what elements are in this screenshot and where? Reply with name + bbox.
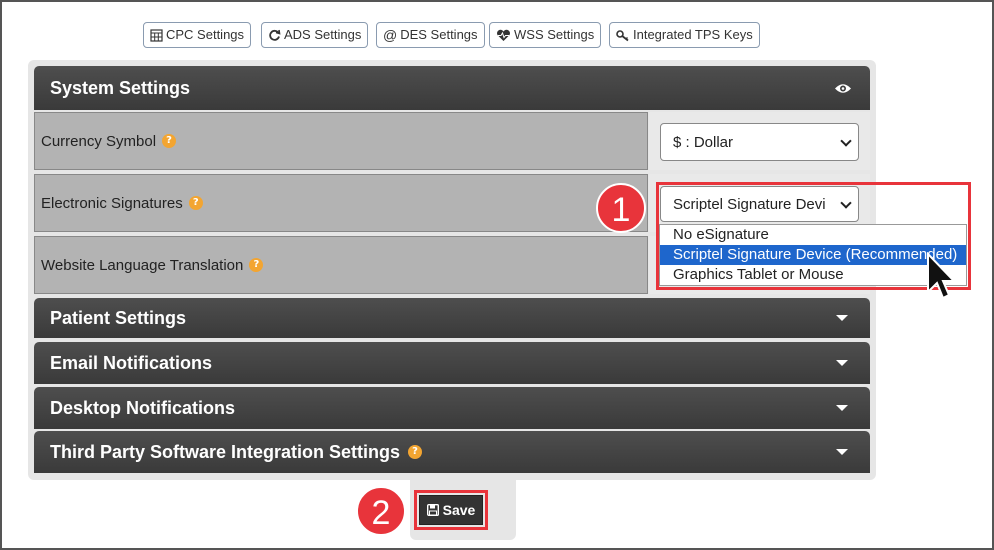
des-settings-label: DES Settings [400,27,478,42]
caret-down-icon [836,315,848,321]
eye-icon[interactable] [834,82,852,95]
electronic-signatures-label: Electronic Signatures [41,194,183,212]
third-party-integration-header[interactable]: Third Party Software Integration Setting… [34,431,870,473]
wss-settings-button[interactable]: WSS Settings [489,22,602,48]
website-language-label: Website Language Translation [41,256,244,274]
ads-settings-label: ADS Settings [284,27,362,42]
highlight-box-save [414,490,488,530]
desktop-notifications-header[interactable]: Desktop Notifications [34,387,870,429]
currency-symbol-select[interactable]: $ : Dollar [660,123,859,161]
mouse-cursor-icon [927,252,956,300]
help-icon[interactable]: ? [408,445,423,459]
desktop-notifications-title: Desktop Notifications [50,397,236,418]
third-party-integration-title: Third Party Software Integration Setting… [50,441,401,462]
callout-step-2: 2 [356,486,406,536]
caret-down-icon [836,449,848,455]
currency-symbol-label: Currency Symbol [41,132,157,150]
ads-settings-button[interactable]: ADS Settings [261,22,369,48]
help-icon[interactable]: ? [188,196,203,210]
integrated-tps-keys-label: Integrated TPS Keys [633,27,753,42]
highlight-box-dropdown [656,182,971,290]
refresh-icon [269,29,281,41]
patient-settings-header[interactable]: Patient Settings [34,298,870,338]
currency-symbol-row: Currency Symbol ? [34,112,648,170]
help-icon[interactable]: ? [162,134,177,148]
patient-settings-title: Patient Settings [50,307,187,328]
cpc-settings-button[interactable]: CPC Settings [143,22,252,48]
chevron-down-icon [840,135,852,147]
system-settings-header[interactable]: System Settings [34,66,870,110]
caret-down-icon [836,405,848,411]
at-icon: @ [383,27,398,43]
email-notifications-header[interactable]: Email Notifications [34,342,870,384]
system-settings-title: System Settings [50,77,191,98]
website-language-row: Website Language Translation ? [34,236,648,294]
cpc-settings-label: CPC Settings [166,27,245,42]
calculator-icon [150,28,163,42]
currency-symbol-value: $ : Dollar [673,133,734,151]
electronic-signatures-row: Electronic Signatures ? [34,174,648,232]
wss-settings-label: WSS Settings [514,27,595,42]
key-icon [616,29,629,41]
integrated-tps-keys-button[interactable]: Integrated TPS Keys [609,22,760,48]
callout-step-1: 1 [596,183,646,233]
email-notifications-title: Email Notifications [50,352,213,373]
des-settings-button[interactable]: @ DES Settings [376,22,485,48]
help-icon[interactable]: ? [249,258,264,272]
heartbeat-icon [497,29,510,41]
caret-down-icon [836,360,848,366]
